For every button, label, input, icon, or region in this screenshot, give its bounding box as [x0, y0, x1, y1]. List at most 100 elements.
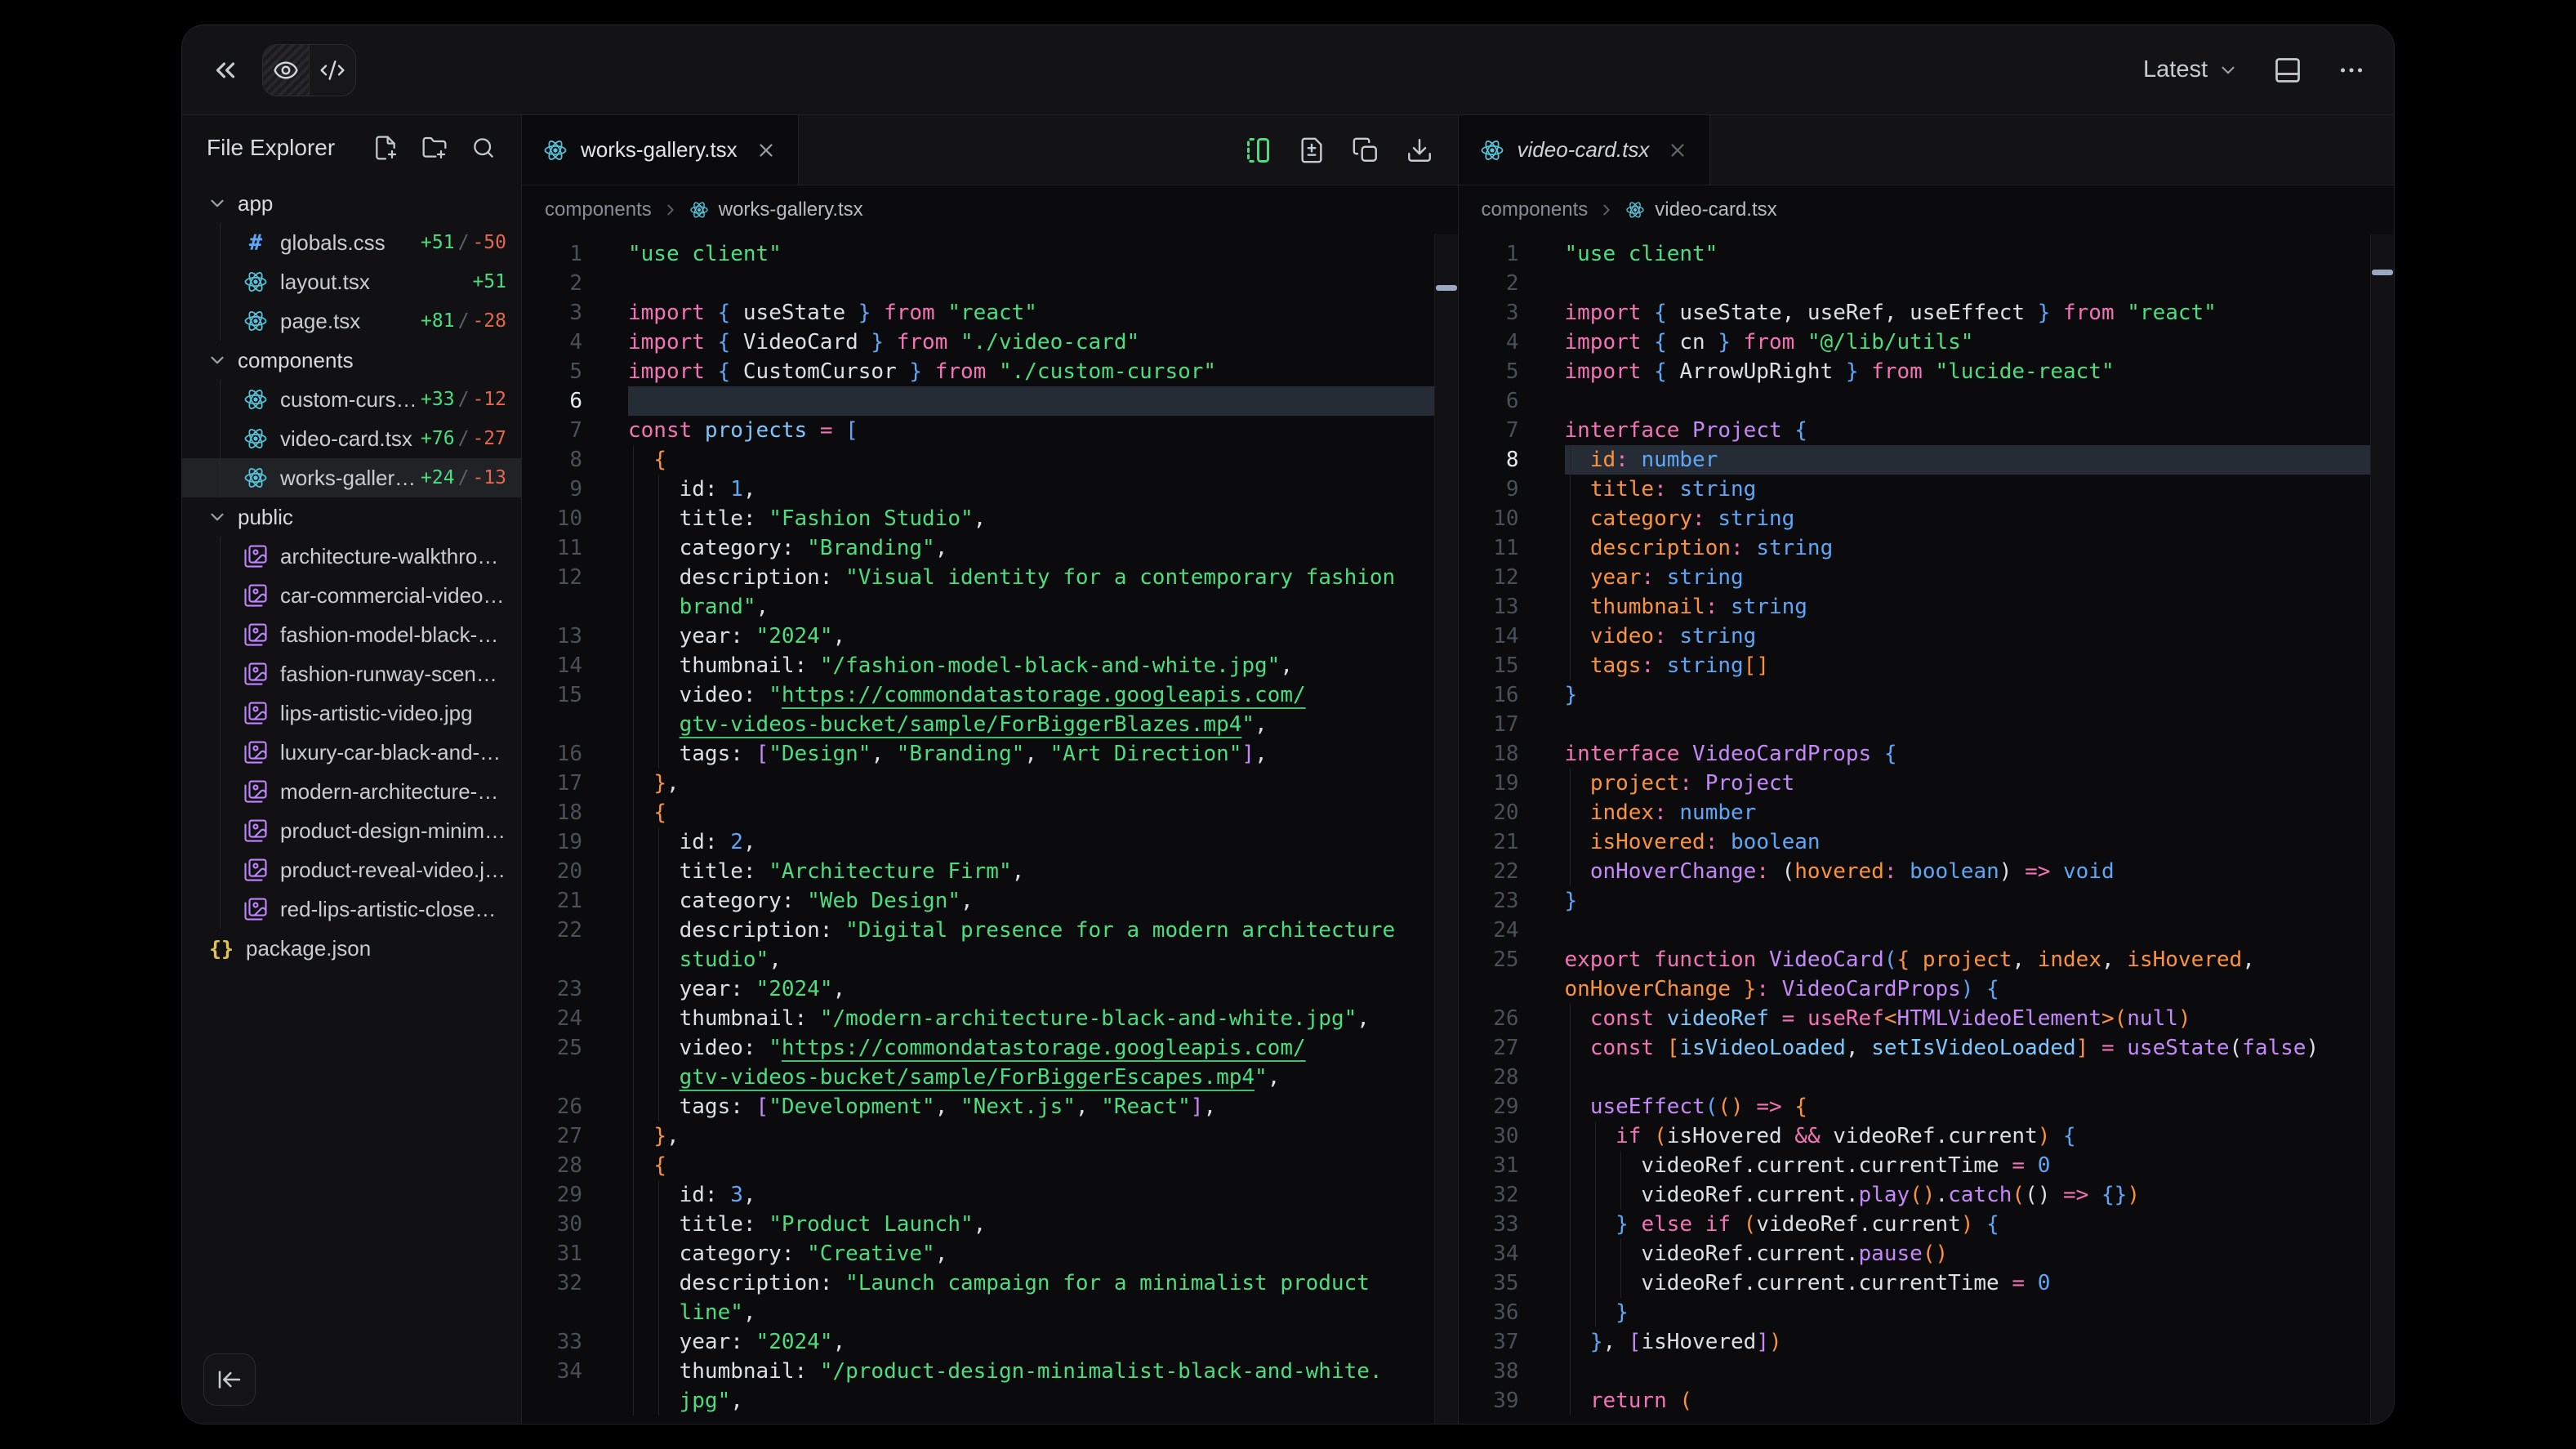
code-line[interactable]: 31 category: "Creative", — [522, 1239, 1458, 1268]
tree-file-package.json[interactable]: {}package.json — [182, 929, 521, 968]
code-line[interactable]: 23} — [1459, 886, 2395, 916]
code-line[interactable]: 28 — [1459, 1063, 2395, 1092]
code-line[interactable]: 10 category: string — [1459, 504, 2395, 533]
code-line[interactable]: 35 videoRef.current.currentTime = 0 — [1459, 1268, 2395, 1298]
pane-1-code[interactable]: 1"use client"23import { useState } from … — [522, 234, 1458, 1424]
code-line[interactable]: 32 videoRef.current.play().catch(() => {… — [1459, 1180, 2395, 1210]
breadcrumb-folder[interactable]: components — [545, 198, 652, 221]
code-line[interactable]: 26 tags: ["Development", "Next.js", "Rea… — [522, 1092, 1458, 1121]
tab-video-card[interactable]: video-card.tsx — [1459, 115, 1711, 185]
code-line[interactable]: 10 title: "Fashion Studio", — [522, 504, 1458, 533]
code-line[interactable]: brand", — [522, 592, 1458, 622]
code-line[interactable]: 6 — [1459, 386, 2395, 416]
code-line[interactable]: 14 video: string — [1459, 622, 2395, 651]
code-line[interactable]: 25 video: "https://commondatastorage.goo… — [522, 1033, 1458, 1063]
tree-file-luxury-car-black-and-[interactable]: luxury-car-black-and-… — [182, 733, 521, 772]
code-line[interactable]: 4import { VideoCard } from "./video-card… — [522, 328, 1458, 357]
code-line[interactable]: 4import { cn } from "@/lib/utils" — [1459, 328, 2395, 357]
code-line[interactable]: 6 — [522, 386, 1458, 416]
code-line[interactable]: 17 }, — [522, 769, 1458, 798]
code-line[interactable]: 23 year: "2024", — [522, 974, 1458, 1004]
code-line[interactable]: 38 — [1459, 1357, 2395, 1386]
code-line[interactable]: 33 } else if (videoRef.current) { — [1459, 1210, 2395, 1239]
code-line[interactable]: 36 } — [1459, 1298, 2395, 1327]
code-line[interactable]: 12 description: "Visual identity for a c… — [522, 563, 1458, 592]
tree-file-layout.tsx[interactable]: layout.tsx+51 — [182, 262, 521, 301]
code-line[interactable]: 21 category: "Web Design", — [522, 886, 1458, 916]
code-line[interactable]: 8 id: number — [1459, 445, 2395, 475]
code-line[interactable]: 8 { — [522, 445, 1458, 475]
tree-file-fashion-model-black-[interactable]: fashion-model-black-… — [182, 615, 521, 654]
code-line[interactable]: 24 thumbnail: "/modern-architecture-blac… — [522, 1004, 1458, 1033]
code-line[interactable]: 16 tags: ["Design", "Branding", "Art Dir… — [522, 739, 1458, 769]
code-line[interactable]: 19 id: 2, — [522, 827, 1458, 857]
code-line[interactable]: 7interface Project { — [1459, 416, 2395, 445]
tree-file-lips-artistic-video.jpg[interactable]: lips-artistic-video.jpg — [182, 693, 521, 733]
code-line[interactable]: 24 — [1459, 916, 2395, 945]
code-line[interactable]: onHoverChange }: VideoCardProps) { — [1459, 974, 2395, 1004]
code-line[interactable]: 14 thumbnail: "/fashion-model-black-and-… — [522, 651, 1458, 680]
code-line[interactable]: 25export function VideoCard({ project, i… — [1459, 945, 2395, 974]
code-line[interactable]: 30 title: "Product Launch", — [522, 1210, 1458, 1239]
close-tab-icon[interactable] — [755, 140, 777, 161]
close-tab-icon[interactable] — [1667, 140, 1688, 161]
code-line[interactable]: 15 video: "https://commondatastorage.goo… — [522, 680, 1458, 710]
collapse-panel-button[interactable] — [210, 55, 241, 86]
copy-code-button[interactable] — [1352, 136, 1379, 164]
code-toggle-button[interactable] — [310, 45, 355, 96]
tree-file-page.tsx[interactable]: page.tsx+81/-28 — [182, 301, 521, 341]
code-line[interactable]: 28 { — [522, 1151, 1458, 1180]
tree-file-red-lips-artistic-close[interactable]: red-lips-artistic-close… — [182, 889, 521, 929]
code-line[interactable]: 26 const videoRef = useRef<HTMLVideoElem… — [1459, 1004, 2395, 1033]
scrollbar-thumb[interactable] — [1436, 285, 1457, 291]
tree-folder-public[interactable]: public — [182, 497, 521, 537]
code-line[interactable]: gtv-videos-bucket/sample/ForBiggerEscape… — [522, 1063, 1458, 1092]
code-line[interactable]: 21 isHovered: boolean — [1459, 827, 2395, 857]
preview-toggle-button[interactable] — [263, 45, 310, 96]
code-line[interactable]: line", — [522, 1298, 1458, 1327]
code-line[interactable]: 15 tags: string[] — [1459, 651, 2395, 680]
code-line[interactable]: 37 }, [isHovered]) — [1459, 1327, 2395, 1357]
code-line[interactable]: 27 }, — [522, 1121, 1458, 1151]
code-line[interactable]: 2 — [1459, 269, 2395, 298]
code-line[interactable]: 22 onHoverChange: (hovered: boolean) => … — [1459, 857, 2395, 886]
code-line[interactable]: 13 thumbnail: string — [1459, 592, 2395, 622]
tree-file-globals.css[interactable]: #globals.css+51/-50 — [182, 223, 521, 262]
code-line[interactable]: 9 id: 1, — [522, 475, 1458, 504]
file-diff-button[interactable] — [1298, 136, 1326, 164]
panel-layout-button[interactable] — [2273, 56, 2302, 85]
breadcrumb-folder[interactable]: components — [1482, 198, 1589, 221]
code-line[interactable]: 29 id: 3, — [522, 1180, 1458, 1210]
tree-file-works-galler[interactable]: works-galler…+24/-13 — [182, 458, 521, 497]
code-line[interactable]: 11 description: string — [1459, 533, 2395, 563]
code-line[interactable]: 11 category: "Branding", — [522, 533, 1458, 563]
code-line[interactable]: 22 description: "Digital presence for a … — [522, 916, 1458, 945]
code-line[interactable]: 5import { ArrowUpRight } from "lucide-re… — [1459, 357, 2395, 386]
code-line[interactable]: gtv-videos-bucket/sample/ForBiggerBlazes… — [522, 710, 1458, 739]
split-diff-view-button[interactable] — [1242, 136, 1272, 165]
tree-file-architecture-walkthro[interactable]: architecture-walkthro… — [182, 537, 521, 576]
tree-file-custom-curs[interactable]: custom-curs…+33/-12 — [182, 380, 521, 419]
code-line[interactable]: 27 const [isVideoLoaded, setIsVideoLoade… — [1459, 1033, 2395, 1063]
tree-folder-app[interactable]: app — [182, 184, 521, 223]
code-line[interactable]: 17 — [1459, 710, 2395, 739]
collapse-sidebar-button[interactable] — [203, 1353, 256, 1406]
tab-works-gallery[interactable]: works-gallery.tsx — [522, 115, 799, 185]
code-line[interactable]: 29 useEffect(() => { — [1459, 1092, 2395, 1121]
breadcrumb-file[interactable]: video-card.tsx — [1655, 198, 1776, 221]
tree-file-video-card.tsx[interactable]: video-card.tsx+76/-27 — [182, 419, 521, 458]
code-line[interactable]: 33 year: "2024", — [522, 1327, 1458, 1357]
tree-file-product-reveal-video.j[interactable]: product-reveal-video.j… — [182, 850, 521, 889]
code-line[interactable]: 34 videoRef.current.pause() — [1459, 1239, 2395, 1268]
code-line[interactable]: 18interface VideoCardProps { — [1459, 739, 2395, 769]
code-line[interactable]: 39 return ( — [1459, 1386, 2395, 1416]
scrollbar-track[interactable] — [1434, 234, 1458, 1424]
code-line[interactable]: 1"use client" — [522, 239, 1458, 269]
code-line[interactable]: 9 title: string — [1459, 475, 2395, 504]
code-line[interactable]: 20 title: "Architecture Firm", — [522, 857, 1458, 886]
tree-folder-components[interactable]: components — [182, 341, 521, 380]
pane-2-code[interactable]: 1"use client"23import { useState, useRef… — [1459, 234, 2395, 1424]
code-line[interactable]: 20 index: number — [1459, 798, 2395, 827]
version-selector[interactable]: Latest — [2143, 56, 2239, 83]
new-file-button[interactable] — [372, 135, 399, 161]
